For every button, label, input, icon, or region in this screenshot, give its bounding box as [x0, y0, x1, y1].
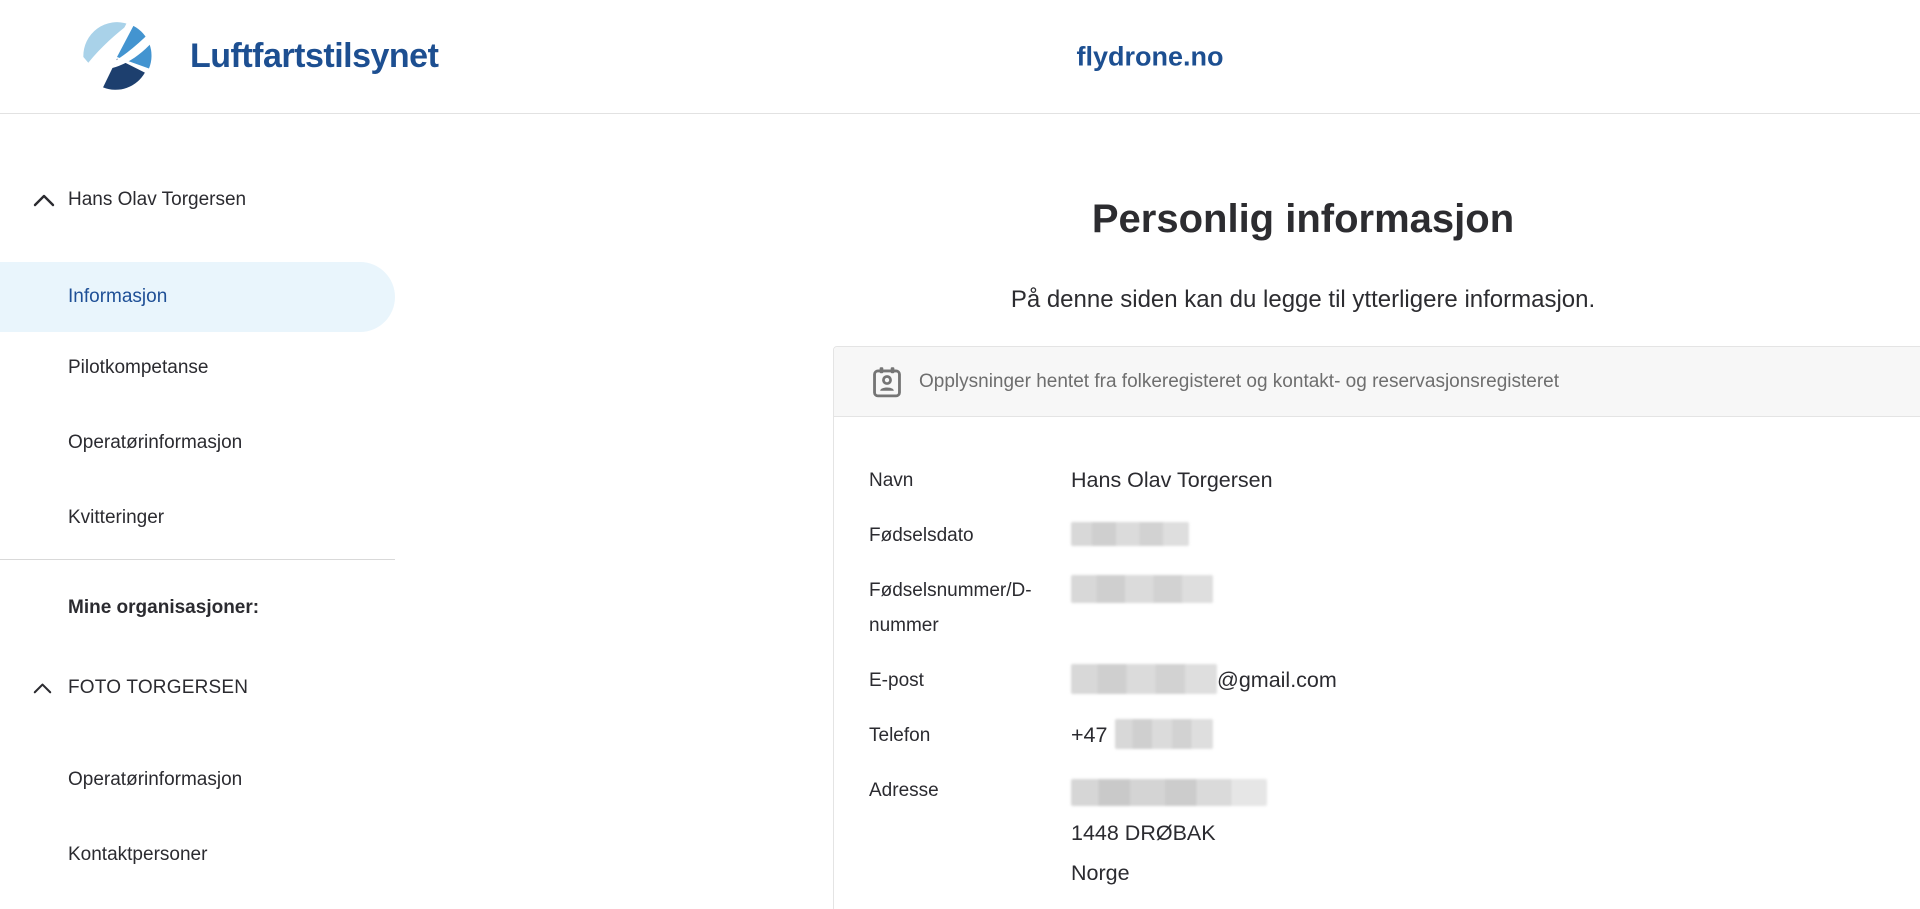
- field-value-fodselsdato: [1071, 518, 1189, 553]
- registry-notice-bar: Opplysninger hentet fra folkeregisteret …: [834, 347, 1920, 417]
- redacted-value: [1071, 779, 1267, 806]
- field-label: Fødselsdato: [869, 518, 1071, 553]
- sidebar-item-org-operatorinformasjon[interactable]: Operatørinformasjon: [68, 766, 400, 794]
- sidebar-org-section-toggle[interactable]: FOTO TORGERSEN: [33, 674, 400, 702]
- field-label: E-post: [869, 663, 1071, 698]
- field-label: Fødselsnummer/D-nummer: [869, 573, 1071, 643]
- redacted-value: [1071, 664, 1217, 694]
- redacted-value: [1071, 575, 1213, 603]
- sidebar-item-pilotkompetanse[interactable]: Pilotkompetanse: [68, 354, 400, 382]
- field-value-navn: Hans Olav Torgersen: [1071, 463, 1273, 498]
- sidebar-item-label: Informasjon: [68, 286, 167, 308]
- address-country-line: Norge: [1071, 853, 1267, 893]
- field-label: Adresse: [869, 773, 1071, 893]
- site-title: flydrone.no: [1077, 41, 1224, 72]
- field-row-telefon: Telefon +47: [869, 718, 1920, 753]
- sidebar-item-kvitteringer[interactable]: Kvitteringer: [68, 504, 400, 532]
- sidebar-user-section-toggle[interactable]: Hans Olav Torgersen: [33, 186, 400, 214]
- address-street-line: [1071, 773, 1267, 813]
- chevron-up-icon: [33, 193, 55, 207]
- sidebar-divider: [0, 559, 395, 560]
- luftfartstilsynet-logo-link[interactable]: Luftfartstilsynet: [70, 16, 438, 98]
- email-domain-text: @gmail.com: [1217, 668, 1337, 692]
- phone-country-code: +47: [1071, 723, 1107, 747]
- field-row-adresse: Adresse 1448 DRØBAK Norge: [869, 773, 1920, 893]
- redacted-value: [1115, 719, 1213, 749]
- personal-info-fields: Navn Hans Olav Torgersen Fødselsdato Fød…: [834, 417, 1920, 909]
- luftfartstilsynet-globe-icon: [70, 16, 164, 98]
- field-label: Telefon: [869, 718, 1071, 753]
- id-badge-icon: [870, 365, 904, 399]
- page-subtitle: På denne siden kan du legge til ytterlig…: [833, 285, 1773, 315]
- chevron-up-icon: [33, 682, 52, 694]
- personal-info-card: Opplysninger hentet fra folkeregisteret …: [833, 346, 1920, 909]
- sidebar-item-informasjon[interactable]: Informasjon: [0, 262, 395, 332]
- app-header: Luftfartstilsynet flydrone.no: [0, 0, 1920, 114]
- field-value-adresse: 1448 DRØBAK Norge: [1071, 773, 1267, 893]
- field-value-fodselsnummer: [1071, 573, 1213, 643]
- field-value-epost: @gmail.com: [1071, 663, 1337, 698]
- field-row-epost: E-post @gmail.com: [869, 663, 1920, 698]
- main-content: Personlig informasjon På denne siden kan…: [400, 114, 1920, 909]
- sidebar-org-name: FOTO TORGERSEN: [68, 677, 248, 699]
- address-postal-line: 1448 DRØBAK: [1071, 813, 1267, 853]
- field-row-fodselsdato: Fødselsdato: [869, 518, 1920, 553]
- field-value-telefon: +47: [1071, 718, 1213, 753]
- sidebar-nav: Hans Olav Torgersen Informasjon Pilotkom…: [0, 114, 400, 909]
- field-row-navn: Navn Hans Olav Torgersen: [869, 463, 1920, 498]
- sidebar-user-name: Hans Olav Torgersen: [68, 189, 246, 211]
- field-row-fodselsnummer: Fødselsnummer/D-nummer: [869, 573, 1920, 643]
- organizations-heading: Mine organisasjoner:: [68, 594, 400, 622]
- field-label: Navn: [869, 463, 1071, 498]
- redacted-value: [1071, 522, 1189, 546]
- sidebar-item-operatorinformasjon[interactable]: Operatørinformasjon: [68, 429, 400, 457]
- page-title: Personlig informasjon: [833, 198, 1773, 240]
- brand-name: Luftfartstilsynet: [190, 37, 438, 76]
- registry-notice-text: Opplysninger hentet fra folkeregisteret …: [919, 371, 1559, 393]
- sidebar-item-org-kontaktpersoner[interactable]: Kontaktpersoner: [68, 841, 400, 869]
